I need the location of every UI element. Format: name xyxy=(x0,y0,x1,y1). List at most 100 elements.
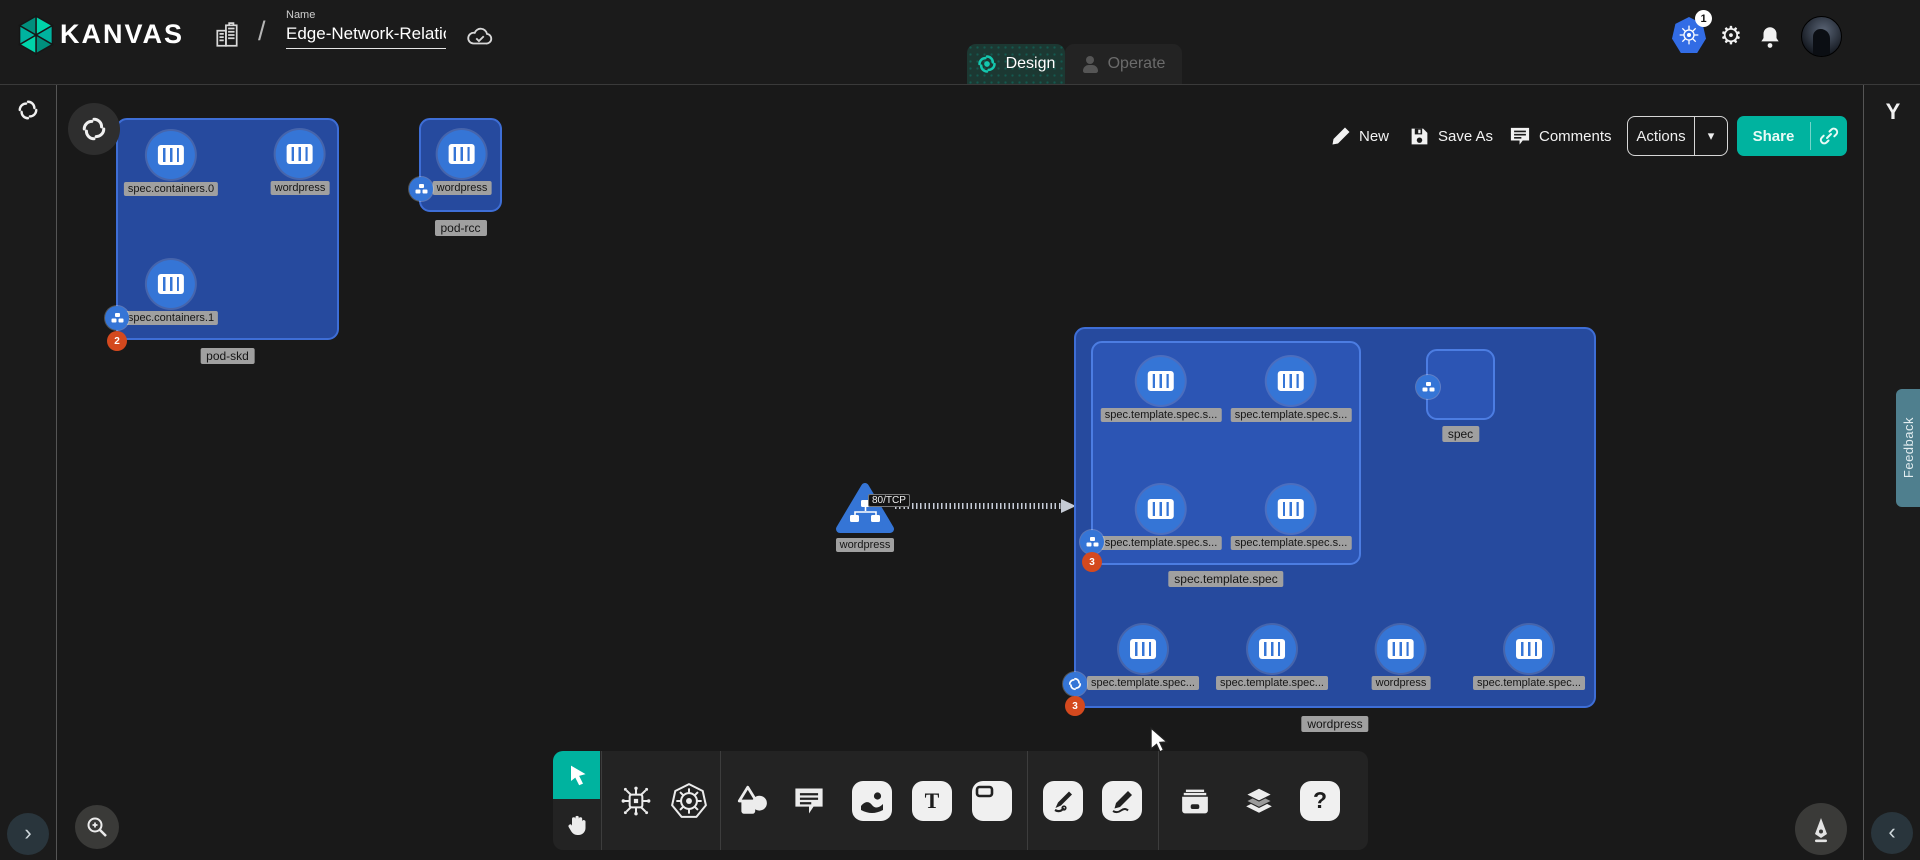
group-label: wordpress xyxy=(1301,716,1368,732)
container-node[interactable]: spec.template.spec.s... xyxy=(1231,357,1352,422)
container-label: spec.template.spec... xyxy=(1087,676,1199,690)
annotation-pen-button[interactable] xyxy=(1795,803,1847,855)
error-count-badge[interactable]: 2 xyxy=(107,331,127,351)
select-tool-button[interactable] xyxy=(553,751,600,799)
breadcrumb-separator: / xyxy=(258,16,266,47)
actions-caret-icon[interactable]: ▾ xyxy=(1695,128,1727,144)
mouse-cursor xyxy=(1148,726,1174,754)
save-floppy-icon xyxy=(1409,126,1430,147)
container-icon xyxy=(1119,625,1167,673)
notifications-bell-icon[interactable] xyxy=(1757,24,1783,50)
container-node[interactable]: spec.containers.0 xyxy=(124,131,218,196)
edge-service-to-deployment[interactable] xyxy=(895,503,1063,509)
sticky-note-tool-button[interactable] xyxy=(964,751,1020,850)
hand-icon xyxy=(564,812,590,838)
pan-tool-button[interactable] xyxy=(553,799,600,850)
pod-badge-icon[interactable] xyxy=(409,177,433,201)
container-node[interactable]: spec.template.spec.s... xyxy=(1101,485,1222,550)
group-pod-skd[interactable]: spec.containers.0 wordpress spec.contain… xyxy=(116,118,339,340)
share-button[interactable]: Share xyxy=(1737,116,1847,156)
comments-label: Comments xyxy=(1539,128,1612,145)
user-avatar[interactable] xyxy=(1801,16,1842,57)
text-tool-button[interactable]: T xyxy=(904,751,960,850)
chevron-right-icon: › xyxy=(24,820,31,846)
branch-y-icon[interactable]: Y xyxy=(1880,99,1906,125)
kanvas-logo-icon xyxy=(15,14,57,56)
zoom-search-button[interactable] xyxy=(75,805,119,849)
new-pencil-icon xyxy=(1331,126,1351,146)
container-icon xyxy=(438,130,486,178)
kubernetes-tool-button[interactable] xyxy=(661,751,717,850)
hamburger-menu-icon[interactable] xyxy=(1858,26,1884,46)
expand-left-panel-button[interactable]: › xyxy=(7,813,49,855)
node-spec[interactable]: spec xyxy=(1426,349,1495,420)
name-field-label: Name xyxy=(286,9,446,21)
comments-button[interactable]: Comments xyxy=(1509,120,1612,152)
service-node-wordpress[interactable]: wordpress xyxy=(835,482,895,552)
component-tool-button[interactable] xyxy=(608,751,664,850)
layers-tool-button[interactable] xyxy=(1231,751,1287,850)
help-tool-button[interactable]: ? xyxy=(1292,751,1348,850)
image-icon xyxy=(852,781,892,821)
actions-label: Actions xyxy=(1628,128,1694,145)
circuit-icon xyxy=(618,783,654,819)
drawer-icon xyxy=(1178,786,1212,816)
meshery-swirl-icon[interactable] xyxy=(17,99,39,121)
design-swirl-icon xyxy=(977,54,997,74)
error-count-badge[interactable]: 3 xyxy=(1065,696,1085,716)
container-icon xyxy=(276,130,324,178)
save-as-button[interactable]: Save As xyxy=(1409,120,1493,152)
container-node[interactable]: spec.template.spec... xyxy=(1216,625,1328,690)
container-node[interactable]: wordpress xyxy=(433,130,492,195)
pod-badge-icon[interactable] xyxy=(1416,375,1440,399)
feedback-tab[interactable]: Feedback xyxy=(1896,389,1920,507)
kubernetes-context-button[interactable]: 1 xyxy=(1670,16,1708,54)
pod-badge-icon[interactable] xyxy=(105,306,129,330)
group-spec-template-spec[interactable]: spec.template.spec.s... spec.template.sp… xyxy=(1091,341,1361,565)
save-as-label: Save As xyxy=(1438,128,1493,145)
container-icon xyxy=(1267,485,1315,533)
archive-tool-button[interactable] xyxy=(1167,751,1223,850)
container-node[interactable]: wordpress xyxy=(1372,625,1431,690)
pencil-tool-button[interactable] xyxy=(1094,751,1150,850)
container-icon xyxy=(1137,357,1185,405)
tab-operate[interactable]: Operate xyxy=(1065,44,1182,84)
cloud-saved-icon xyxy=(465,24,495,48)
container-node[interactable]: spec.template.spec.s... xyxy=(1101,357,1222,422)
collapse-right-panel-button[interactable]: ‹ xyxy=(1871,812,1913,854)
design-name-input[interactable] xyxy=(286,23,446,49)
container-node[interactable]: spec.template.spec.s... xyxy=(1231,485,1352,550)
deployment-badge-icon[interactable] xyxy=(1063,672,1087,696)
container-label: wordpress xyxy=(271,181,330,195)
node-overlay-flower-icon[interactable] xyxy=(68,103,120,155)
help-icon: ? xyxy=(1300,781,1340,821)
pen-tool-button[interactable] xyxy=(1035,751,1091,850)
container-node[interactable]: spec.template.spec... xyxy=(1087,625,1199,690)
container-label: spec.template.spec.s... xyxy=(1231,408,1352,422)
container-label: spec.template.spec... xyxy=(1473,676,1585,690)
pod-badge-icon[interactable] xyxy=(1080,530,1104,554)
container-label: spec.template.spec.s... xyxy=(1101,408,1222,422)
error-count-badge[interactable]: 3 xyxy=(1082,552,1102,572)
actions-dropdown-button[interactable]: Actions ▾ xyxy=(1627,116,1728,156)
image-tool-button[interactable] xyxy=(844,751,900,850)
app-header: KANVAS / Name Design Operate xyxy=(0,0,1920,85)
group-pod-rcc[interactable]: wordpress pod-rcc xyxy=(419,118,502,212)
layers-icon xyxy=(1242,785,1276,817)
tab-design-label: Design xyxy=(1006,55,1056,73)
shapes-tool-button[interactable] xyxy=(724,751,780,850)
container-label: spec.template.spec... xyxy=(1216,676,1328,690)
settings-gear-icon[interactable]: ⚙ xyxy=(1717,22,1745,50)
group-deployment-wordpress[interactable]: spec.template.spec.s... spec.template.sp… xyxy=(1074,327,1596,708)
new-button[interactable]: New xyxy=(1331,120,1389,152)
copy-link-icon[interactable] xyxy=(1811,126,1847,146)
group-label: spec xyxy=(1442,426,1479,442)
container-node[interactable]: wordpress xyxy=(271,130,330,195)
organization-icon[interactable] xyxy=(214,21,240,49)
comment-tool-button[interactable] xyxy=(781,751,837,850)
container-node[interactable]: spec.containers.1 xyxy=(124,260,218,325)
tab-design[interactable]: Design xyxy=(967,44,1065,84)
share-label: Share xyxy=(1737,128,1810,145)
container-node[interactable]: spec.template.spec... xyxy=(1473,625,1585,690)
group-label: pod-rcc xyxy=(434,220,486,236)
